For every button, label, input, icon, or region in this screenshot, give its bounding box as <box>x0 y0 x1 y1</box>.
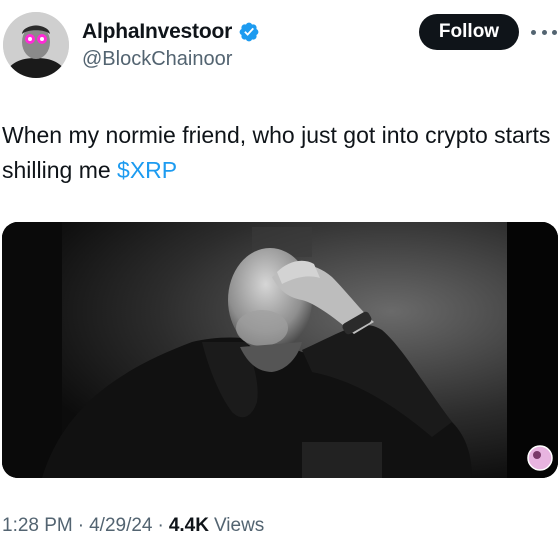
meta-separator: · <box>77 515 85 536</box>
video-thumbnail <box>2 222 558 478</box>
follow-button[interactable]: Follow <box>419 14 519 50</box>
cashtag-link[interactable]: $XRP <box>117 157 177 183</box>
sticker-avatar-icon-detail <box>533 451 541 459</box>
tweet-date[interactable]: 4/29/24 <box>89 515 152 537</box>
tweet-meta: 1:28 PM · 4/29/24 · 4.4K Views <box>2 515 264 537</box>
tweet-text: When my normie friend, who just got into… <box>2 118 558 188</box>
author-display-name[interactable]: AlphaInvestoor <box>82 20 232 44</box>
tweet-time[interactable]: 1:28 PM <box>2 515 73 537</box>
views-label[interactable]: Views <box>214 515 264 537</box>
avatar-image <box>3 12 69 78</box>
tweet-media-video[interactable] <box>2 222 558 478</box>
views-count[interactable]: 4.4K <box>169 515 209 537</box>
meta-separator: · <box>157 515 164 536</box>
more-dot <box>541 29 547 35</box>
profile-avatar[interactable] <box>3 12 69 78</box>
sticker-avatar-icon <box>527 445 553 471</box>
verified-badge-icon <box>238 21 260 43</box>
tweet-text-main: When my normie friend, who just got into… <box>2 122 551 183</box>
author-name-row[interactable]: AlphaInvestoor <box>82 20 260 44</box>
more-dot <box>552 29 557 35</box>
more-dot <box>531 29 536 35</box>
author-handle[interactable]: @BlockChainoor <box>82 48 232 71</box>
more-horizontal-icon[interactable] <box>531 20 557 44</box>
